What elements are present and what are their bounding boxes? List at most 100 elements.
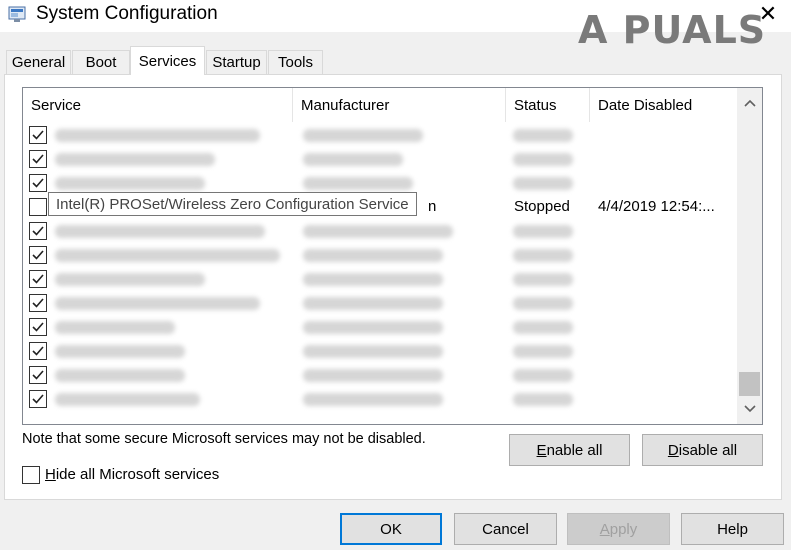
table-row[interactable] xyxy=(23,219,737,243)
date-disabled-cell: 4/4/2019 12:54:... xyxy=(598,198,715,215)
redacted-text xyxy=(513,225,573,238)
redacted-text xyxy=(55,153,215,166)
hide-microsoft-services-checkbox[interactable] xyxy=(22,466,40,484)
redacted-text xyxy=(55,369,185,382)
service-checkbox[interactable] xyxy=(29,390,47,408)
checkmark-icon xyxy=(32,394,44,404)
manufacturer-cell: n xyxy=(428,198,437,215)
accelerator-key: H xyxy=(45,466,56,483)
column-header-status[interactable]: Status xyxy=(506,88,590,122)
checkmark-icon xyxy=(32,226,44,236)
redacted-text xyxy=(303,273,443,286)
button-label: pply xyxy=(609,520,638,538)
help-button[interactable]: Help xyxy=(681,513,784,545)
service-checkbox[interactable] xyxy=(29,318,47,336)
redacted-text xyxy=(513,297,573,310)
redacted-text xyxy=(513,129,573,142)
table-row[interactable] xyxy=(23,315,737,339)
checkmark-icon xyxy=(32,274,44,284)
table-row[interactable] xyxy=(23,339,737,363)
tab-services[interactable]: Services xyxy=(130,46,205,75)
table-row[interactable] xyxy=(23,147,737,171)
tab-label: Boot xyxy=(85,54,117,71)
enable-all-button[interactable]: Enable all xyxy=(509,434,630,466)
service-checkbox[interactable] xyxy=(29,366,47,384)
checkbox-label: ide all Microsoft services xyxy=(55,466,220,483)
redacted-text xyxy=(303,225,453,238)
column-header-service[interactable]: Service xyxy=(23,88,293,122)
checkmark-icon xyxy=(32,346,44,356)
service-checkbox[interactable] xyxy=(29,294,47,312)
service-name-tooltip: Intel(R) PROSet/Wireless Zero Configurat… xyxy=(48,192,417,216)
redacted-text xyxy=(303,393,443,406)
watermark-text: A PUALS xyxy=(578,8,767,52)
service-checkbox[interactable] xyxy=(29,174,47,192)
redacted-text xyxy=(55,345,185,358)
redacted-text xyxy=(513,393,573,406)
button-label: Help xyxy=(717,520,748,538)
button-label: OK xyxy=(380,520,402,538)
table-row[interactable] xyxy=(23,291,737,315)
vertical-scrollbar[interactable] xyxy=(737,88,762,424)
button-label: nable all xyxy=(546,441,603,459)
checkmark-icon xyxy=(32,178,44,188)
column-label: Manufacturer xyxy=(301,96,390,114)
redacted-text xyxy=(55,249,280,262)
window-title: System Configuration xyxy=(36,3,218,24)
redacted-text xyxy=(303,249,443,262)
checkmark-icon xyxy=(32,298,44,308)
service-checkbox[interactable] xyxy=(29,150,47,168)
tab-label: Tools xyxy=(277,54,314,71)
redacted-text xyxy=(55,297,260,310)
accelerator-key: E xyxy=(536,441,547,459)
table-row[interactable] xyxy=(23,123,737,147)
services-list[interactable]: Service Manufacturer Status Date Disable… xyxy=(22,87,763,425)
hide-microsoft-services-label[interactable]: Hide all Microsoft services xyxy=(45,466,219,483)
checkmark-icon xyxy=(32,250,44,260)
service-checkbox[interactable] xyxy=(29,126,47,144)
service-checkbox[interactable] xyxy=(29,342,47,360)
scroll-down-arrow-icon[interactable] xyxy=(737,398,762,420)
redacted-text xyxy=(513,345,573,358)
accelerator-key: D xyxy=(667,441,679,459)
redacted-text xyxy=(303,153,403,166)
table-row[interactable] xyxy=(23,387,737,411)
checkmark-icon xyxy=(32,154,44,164)
service-checkbox[interactable] xyxy=(29,246,47,264)
service-checkbox[interactable] xyxy=(29,198,47,216)
column-label: Date Disabled xyxy=(598,96,693,114)
tab-label: Services xyxy=(138,52,197,70)
redacted-text xyxy=(55,129,260,142)
redacted-text xyxy=(55,225,265,238)
checkmark-icon xyxy=(32,370,44,380)
tab-boot[interactable]: Boot xyxy=(72,50,130,74)
scroll-up-arrow-icon[interactable] xyxy=(737,92,762,114)
redacted-text xyxy=(55,393,200,406)
status-cell: Stopped xyxy=(514,198,570,215)
column-header-date-disabled[interactable]: Date Disabled xyxy=(590,88,737,122)
redacted-text xyxy=(55,273,205,286)
redacted-text xyxy=(303,297,443,310)
tab-general[interactable]: General xyxy=(6,50,71,74)
redacted-text xyxy=(513,177,573,190)
redacted-text xyxy=(513,249,573,262)
ok-button[interactable]: OK xyxy=(340,513,442,545)
service-checkbox[interactable] xyxy=(29,222,47,240)
table-row[interactable] xyxy=(23,363,737,387)
service-checkbox[interactable] xyxy=(29,270,47,288)
table-row[interactable] xyxy=(23,267,737,291)
table-row[interactable] xyxy=(23,243,737,267)
secure-services-note: Note that some secure Microsoft services… xyxy=(22,431,426,447)
button-label: isable all xyxy=(678,441,738,459)
tab-label: General xyxy=(11,54,66,71)
redacted-text xyxy=(513,273,573,286)
apply-button[interactable]: Apply xyxy=(567,513,670,545)
disable-all-button[interactable]: Disable all xyxy=(642,434,763,466)
cancel-button[interactable]: Cancel xyxy=(454,513,557,545)
tab-startup[interactable]: Startup xyxy=(206,50,267,74)
scroll-thumb[interactable] xyxy=(739,372,760,396)
column-header-manufacturer[interactable]: Manufacturer xyxy=(293,88,506,122)
redacted-text xyxy=(303,177,413,190)
tab-tools[interactable]: Tools xyxy=(268,50,323,74)
redacted-text xyxy=(303,129,423,142)
